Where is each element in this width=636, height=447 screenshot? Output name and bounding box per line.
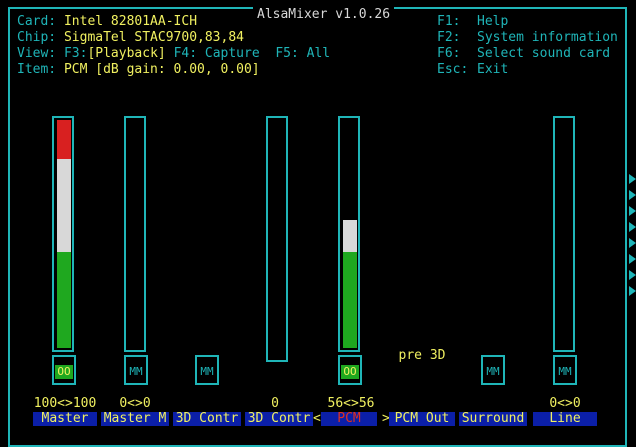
surround-mute-box[interactable]: MM (481, 355, 505, 385)
scroll-right-arrow-icon (629, 206, 636, 216)
chip-line: Chip: SigmaTel STAC9700,83,84 (17, 30, 244, 46)
key-f1-desc: Help (477, 14, 509, 29)
master-mono-mute-state: MM (129, 365, 143, 378)
3d-control-mute-box[interactable]: MM (195, 355, 219, 385)
surround-mute-state: MM (486, 365, 500, 378)
scroll-right-indicator[interactable] (628, 170, 636, 300)
pcm-volume-bar[interactable] (338, 116, 360, 352)
view-f3-key[interactable]: F3: (64, 46, 87, 61)
channel-name-line[interactable]: Line (533, 412, 597, 426)
chip-label: Chip: (17, 30, 57, 45)
line-volume-bar[interactable] (553, 116, 575, 352)
channel-name-3d-control[interactable]: 3D Contr (173, 412, 241, 426)
key-f2: F2: (437, 30, 461, 45)
key-help-esc[interactable]: Esc: Exit (437, 62, 508, 78)
chip-value: SigmaTel STAC9700,83,84 (63, 30, 244, 45)
master-mono-mute-box[interactable]: MM (124, 355, 148, 385)
scroll-right-arrow-icon (629, 190, 636, 200)
master-volume-bar[interactable] (52, 116, 74, 352)
channel-name-master-mono[interactable]: Master M (101, 412, 169, 426)
scroll-right-arrow-icon (629, 174, 636, 184)
app-title: AlsaMixer v1.0.26 (253, 7, 395, 23)
key-f6: F6: (437, 46, 461, 61)
scroll-right-arrow-icon (629, 254, 636, 264)
pcm-out-value[interactable]: pre 3D (392, 349, 452, 363)
channel-name-3d-control-depth[interactable]: 3D Contr (245, 412, 313, 426)
scroll-right-arrow-icon (629, 270, 636, 280)
3d-control-depth-bar[interactable] (266, 116, 288, 362)
card-line: Card: Intel 82801AA-ICH (17, 14, 197, 30)
key-f2-desc: System information (477, 30, 618, 45)
view-all[interactable]: F5: All (275, 46, 330, 61)
line-mute-box[interactable]: MM (553, 355, 577, 385)
item-label: Item: (17, 62, 57, 77)
line-volume-value: 0<>0 (549, 396, 581, 411)
view-label: View: (17, 46, 57, 61)
selected-marker-left: < (313, 411, 321, 426)
item-value: PCM [dB gain: 0.00, 0.00] (63, 62, 260, 77)
line-mute-state: MM (558, 365, 572, 378)
view-line: View: F3:[Playback] F4: Capture F5: All (17, 46, 330, 62)
3d-control-depth-value: 0 (271, 396, 279, 411)
scroll-right-arrow-icon (629, 286, 636, 296)
master-mute-state: OO (55, 365, 73, 379)
master-mono-volume-bar[interactable] (124, 116, 146, 352)
key-f6-desc: Select sound card (477, 46, 611, 61)
scroll-right-arrow-icon (629, 238, 636, 248)
scroll-right-arrow-icon (629, 222, 636, 232)
card-value: Intel 82801AA-ICH (63, 14, 198, 29)
key-help-f1[interactable]: F1: Help (437, 14, 508, 30)
channel-name-pcm-out[interactable]: PCM Out (389, 412, 455, 426)
3d-control-mute-state: MM (200, 365, 214, 378)
master-mute-box[interactable]: OO (52, 355, 76, 385)
key-f1: F1: (437, 14, 461, 29)
channel-name-surround[interactable]: Surround (459, 412, 527, 426)
card-label: Card: (17, 14, 57, 29)
channel-name-master[interactable]: Master (33, 412, 97, 426)
key-help-f2[interactable]: F2: System information (437, 30, 618, 46)
pcm-level-fill (343, 220, 357, 348)
master-level-fill (57, 120, 71, 348)
key-help-f6[interactable]: F6: Select sound card (437, 46, 610, 62)
key-esc: Esc: (437, 62, 469, 77)
master-mono-volume-value: 0<>0 (119, 396, 151, 411)
view-playback[interactable]: [Playback] (87, 46, 165, 61)
key-esc-desc: Exit (477, 62, 509, 77)
pcm-mute-box[interactable]: OO (338, 355, 362, 385)
item-line: Item: PCM [dB gain: 0.00, 0.00] (17, 62, 260, 78)
master-volume-value: 100<>100 (33, 396, 97, 411)
pcm-mute-state: OO (341, 365, 359, 379)
channel-name-pcm[interactable]: PCM (321, 412, 377, 426)
view-capture[interactable]: F4: Capture (174, 46, 260, 61)
pcm-volume-value: 56<>56 (327, 396, 375, 411)
